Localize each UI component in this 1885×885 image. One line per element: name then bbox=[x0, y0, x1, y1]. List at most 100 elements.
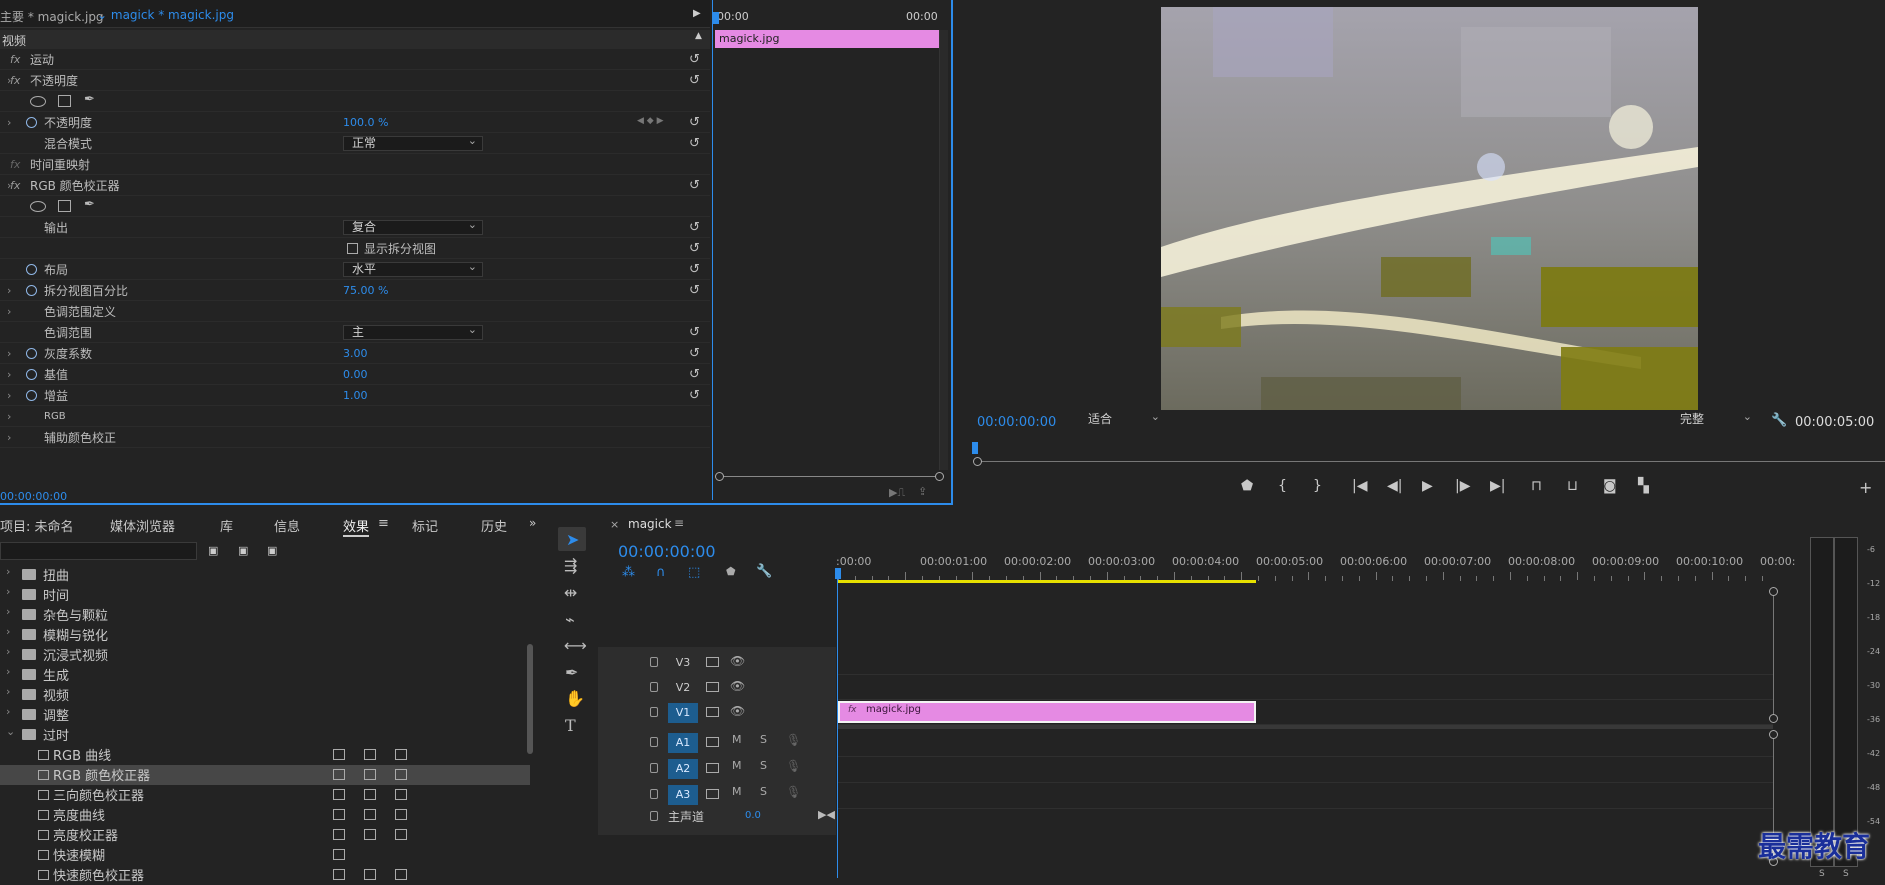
step-back-icon[interactable]: ◀| bbox=[1387, 478, 1402, 494]
ec-zoom-handle-right[interactable] bbox=[935, 472, 944, 481]
filter-32-icon[interactable]: ▣ bbox=[238, 544, 248, 557]
sync-lock-icon[interactable] bbox=[706, 763, 719, 773]
expand-arrow-icon[interactable]: › bbox=[7, 410, 11, 423]
effect-row[interactable]: fx 时间重映射 bbox=[0, 154, 710, 175]
reset-icon[interactable]: ↺ bbox=[689, 136, 700, 151]
slip-tool-icon[interactable]: ⟷ bbox=[564, 636, 587, 655]
reset-icon[interactable]: ↺ bbox=[689, 220, 700, 235]
panel-tab[interactable]: 项目: 未命名 bbox=[0, 516, 74, 535]
tab-master-clip[interactable]: 主要 * magick.jpg bbox=[0, 8, 104, 25]
reset-icon[interactable]: ↺ bbox=[689, 367, 700, 382]
effect-row[interactable]: › 灰度系数 3.00 ↺ bbox=[0, 343, 710, 364]
effect-value[interactable]: 100.0 % bbox=[343, 116, 388, 129]
expand-arrow-icon[interactable]: › bbox=[7, 347, 11, 360]
solo-button[interactable]: S bbox=[760, 759, 767, 772]
effect-row[interactable]: › 拆分视图百分比 75.00 % ↺ bbox=[0, 280, 710, 301]
expand-arrow-icon[interactable]: › bbox=[6, 645, 10, 658]
lock-icon[interactable] bbox=[650, 657, 658, 667]
effect-row[interactable]: › 增益 1.00 ↺ bbox=[0, 385, 710, 406]
mute-button[interactable]: M bbox=[732, 759, 742, 772]
effect-row[interactable]: › 基值 0.00 ↺ bbox=[0, 364, 710, 385]
reset-icon[interactable]: ↺ bbox=[689, 52, 700, 67]
effect-row[interactable]: › 色调范围定义 bbox=[0, 301, 710, 322]
timeline-vscroll-video[interactable] bbox=[1773, 592, 1774, 720]
rect-mask-icon[interactable] bbox=[58, 95, 71, 107]
pen-mask-icon[interactable]: ✒ bbox=[84, 197, 95, 212]
stopwatch-icon[interactable] bbox=[26, 284, 37, 296]
effect-folder[interactable]: ⌄ 过时 bbox=[0, 725, 530, 745]
close-sequence-icon[interactable]: × bbox=[610, 518, 619, 531]
vscroll-handle-3[interactable] bbox=[1769, 730, 1778, 739]
collapse-up-icon[interactable]: ▲ bbox=[695, 31, 702, 41]
reset-icon[interactable]: ↺ bbox=[689, 241, 700, 256]
mute-button[interactable]: M bbox=[732, 785, 742, 798]
effect-row[interactable]: fx 运动 ↺ bbox=[0, 49, 710, 70]
selection-tool-icon[interactable]: ➤ bbox=[566, 530, 579, 549]
track-target[interactable]: A3 bbox=[668, 785, 698, 805]
mute-button[interactable]: M bbox=[732, 733, 742, 746]
solo-button[interactable]: S bbox=[760, 733, 767, 746]
expand-arrow-icon[interactable]: › bbox=[7, 305, 11, 318]
effect-row[interactable]: › 不透明度 100.0 % ◀ ◆ ▶ ↺ bbox=[0, 112, 710, 133]
track-target[interactable]: V1 bbox=[668, 703, 698, 723]
lock-icon[interactable] bbox=[650, 682, 658, 692]
expand-arrow-icon[interactable]: › bbox=[7, 116, 11, 129]
timeline-settings-icon[interactable]: 🔧 bbox=[756, 564, 772, 579]
expand-arrow-icon[interactable]: › bbox=[6, 705, 10, 718]
effect-dropdown[interactable]: 正常 bbox=[343, 134, 483, 151]
stopwatch-icon[interactable] bbox=[26, 389, 37, 401]
fx-badge-icon[interactable]: fx bbox=[10, 74, 20, 87]
effect-item[interactable]: 亮度校正器 bbox=[0, 825, 530, 845]
effect-folder[interactable]: › 杂色与颗粒 bbox=[0, 605, 530, 625]
effect-value[interactable]: 1.00 bbox=[343, 389, 368, 402]
effect-folder[interactable]: › 视频 bbox=[0, 685, 530, 705]
lock-icon[interactable] bbox=[650, 763, 658, 773]
stopwatch-icon[interactable] bbox=[26, 347, 37, 359]
lock-icon[interactable] bbox=[650, 707, 658, 717]
ec-zoom-bar[interactable] bbox=[719, 476, 942, 477]
ellipse-mask-icon[interactable] bbox=[30, 201, 46, 212]
play-icon[interactable]: ▶ bbox=[1422, 478, 1433, 494]
tab-clip-active[interactable]: ⌄ magick * magick.jpg bbox=[97, 8, 234, 22]
microphone-icon[interactable]: 🎙 bbox=[786, 785, 801, 799]
reset-icon[interactable]: ↺ bbox=[689, 346, 700, 361]
sync-lock-icon[interactable] bbox=[706, 737, 719, 747]
effect-value[interactable]: 75.00 % bbox=[343, 284, 388, 297]
track-target[interactable]: V2 bbox=[668, 678, 698, 698]
track-target[interactable]: A2 bbox=[668, 759, 698, 779]
sync-lock-icon[interactable] bbox=[706, 789, 719, 799]
more-tabs-icon[interactable]: » bbox=[529, 516, 536, 530]
expand-arrow-icon[interactable]: › bbox=[6, 665, 10, 678]
effect-folder[interactable]: › 调整 bbox=[0, 705, 530, 725]
timeline-ruler[interactable]: :00:00 00:00:01:00 00:00:02:00 00:00:03:00 0… bbox=[836, 552, 1802, 582]
keyframe-nav-icon[interactable]: ◀ ◆ ▶ bbox=[637, 116, 664, 126]
ec-export-icon[interactable]: ▶⎍ bbox=[889, 486, 905, 500]
reset-icon[interactable]: ↺ bbox=[689, 262, 700, 277]
expand-arrow-icon[interactable]: › bbox=[6, 565, 10, 578]
expand-arrow-icon[interactable]: › bbox=[6, 605, 10, 618]
effect-folder[interactable]: › 模糊与锐化 bbox=[0, 625, 530, 645]
panel-tab[interactable]: 库 bbox=[220, 516, 233, 535]
expand-arrow-icon[interactable]: › bbox=[7, 368, 11, 381]
timeline-playhead-head[interactable] bbox=[835, 568, 841, 579]
ec-zoom-handle-left[interactable] bbox=[715, 472, 724, 481]
pen-mask-icon[interactable]: ✒ bbox=[84, 92, 95, 107]
expand-arrow-icon[interactable]: › bbox=[7, 389, 11, 402]
solo-button[interactable]: S bbox=[760, 785, 767, 798]
stopwatch-icon[interactable] bbox=[26, 263, 37, 275]
program-ruler[interactable] bbox=[977, 442, 1885, 462]
effect-row[interactable]: › RGB bbox=[0, 406, 710, 427]
microphone-icon[interactable]: 🎙 bbox=[786, 759, 801, 773]
master-volume[interactable]: 0.0 bbox=[745, 810, 761, 821]
reset-icon[interactable]: ↺ bbox=[689, 283, 700, 298]
fit-dropdown[interactable]: 适合 bbox=[1080, 410, 1165, 428]
step-forward-icon[interactable]: |▶ bbox=[1455, 478, 1470, 494]
expand-arrow-icon[interactable]: › bbox=[6, 685, 10, 698]
effect-dropdown[interactable]: 主 bbox=[343, 323, 483, 340]
track-target[interactable]: V3 bbox=[668, 653, 698, 673]
program-zoom-bar[interactable] bbox=[977, 461, 1885, 462]
effect-dropdown[interactable]: 水平 bbox=[343, 260, 483, 277]
effect-item[interactable]: 快速模糊 bbox=[0, 845, 530, 865]
ec-playhead-marker[interactable] bbox=[713, 12, 719, 24]
mark-in-icon[interactable]: { bbox=[1278, 478, 1287, 494]
